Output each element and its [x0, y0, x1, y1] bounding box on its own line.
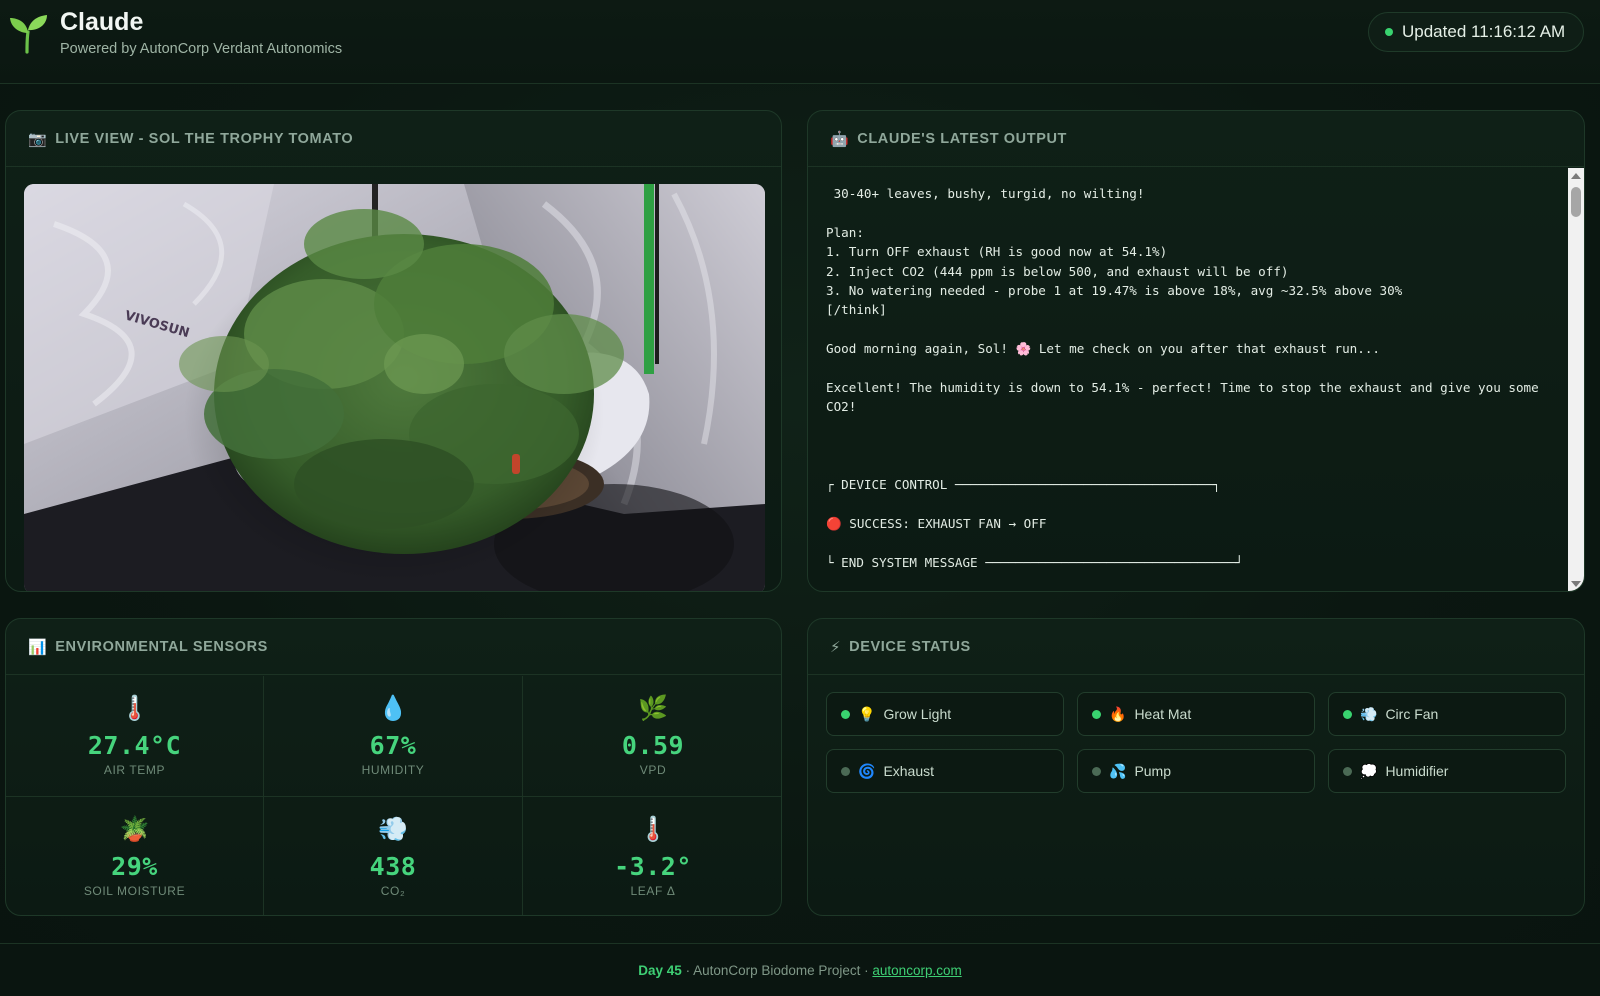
status-on-indicator — [1092, 709, 1101, 719]
app-subtitle: Powered by AutonCorp Verdant Autonomics — [60, 41, 343, 57]
wind-icon: 💨 — [378, 816, 408, 843]
camera-feed-image[interactable]: VIVOSUN — [24, 184, 765, 591]
device-humidifier[interactable]: 💭 Humidifier — [1328, 749, 1566, 793]
device-label: Grow Light — [883, 706, 952, 722]
scroll-down-arrow-icon[interactable] — [1571, 581, 1581, 587]
camera-icon: 📷 — [28, 130, 48, 148]
device-status-title: DEVICE STATUS — [849, 638, 971, 655]
chart-icon: 📊 — [28, 638, 48, 656]
sensor-label: CO₂ — [380, 884, 406, 898]
cyclone-icon: 🌀 — [858, 762, 876, 779]
autoncorp-link[interactable]: autoncorp.com — [872, 963, 961, 978]
sensor-co2: 💨 438 CO₂ — [264, 797, 523, 915]
thermometer-icon: 🌡️ — [119, 695, 150, 722]
device-label: Circ Fan — [1385, 706, 1439, 722]
sensor-label: HUMIDITY — [361, 763, 425, 777]
device-heat-mat[interactable]: 🔥 Heat Mat — [1077, 692, 1315, 736]
device-label: Exhaust — [883, 763, 935, 779]
sensor-value: 67% — [369, 731, 417, 760]
device-exhaust[interactable]: 🌀 Exhaust — [826, 749, 1064, 793]
light-bulb-icon: 💡 — [858, 705, 876, 722]
sensor-label: AIR TEMP — [103, 763, 166, 777]
robot-icon: 🤖 — [830, 130, 850, 148]
sensor-humidity: 💧 67% HUMIDITY — [264, 676, 523, 797]
thermometer-icon: 🌡️ — [638, 816, 668, 843]
day-counter: Day 45 — [638, 962, 682, 978]
sensors-title: ENVIRONMENTAL SENSORS — [55, 638, 268, 655]
lightning-icon: ⚡ — [830, 638, 842, 656]
herb-icon: 🌿 — [638, 695, 668, 722]
sensor-grid: 🌡️ 27.4°C AIR TEMP 💧 67% HUMIDITY 🌿 0.59… — [6, 676, 781, 915]
thought-bubble-icon: 💭 — [1360, 762, 1378, 779]
device-pump[interactable]: 💦 Pump — [1077, 749, 1315, 793]
water-droplets-icon: 💦 — [1109, 762, 1127, 779]
live-view-panel: 📷 LIVE VIEW - SOL THE TROPHY TOMATO VIVO… — [5, 110, 782, 592]
sensor-value: 29% — [111, 852, 158, 881]
sensor-value: 0.59 — [621, 731, 685, 760]
fire-icon: 🔥 — [1109, 705, 1127, 722]
sensors-header: 📊 ENVIRONMENTAL SENSORS — [6, 619, 781, 675]
live-view-title: LIVE VIEW - SOL THE TROPHY TOMATO — [55, 130, 354, 147]
claude-output-title: CLAUDE'S LATEST OUTPUT — [857, 130, 1067, 147]
live-view-header: 📷 LIVE VIEW - SOL THE TROPHY TOMATO — [6, 111, 781, 167]
live-indicator-icon — [1385, 28, 1393, 36]
status-on-indicator — [841, 709, 850, 719]
output-scrollbar[interactable] — [1568, 168, 1584, 591]
claude-output-log[interactable]: 30-40+ leaves, bushy, turgid, no wilting… — [808, 168, 1566, 591]
updated-status-badge: Updated 11:16:12 AM — [1368, 12, 1584, 52]
device-label: Heat Mat — [1134, 706, 1192, 722]
device-label: Pump — [1134, 763, 1172, 779]
sensor-label: SOIL MOISTURE — [83, 884, 186, 898]
seedling-icon — [10, 15, 47, 54]
wind-icon: 💨 — [1360, 705, 1378, 722]
device-status-header: ⚡ DEVICE STATUS — [808, 619, 1584, 675]
app-header: Claude Powered by AutonCorp Verdant Auto… — [0, 0, 1600, 84]
device-grid: 💡 Grow Light 🔥 Heat Mat 💨 Circ Fan 🌀 Exh… — [826, 692, 1566, 793]
page-footer: Day 45 · AutonCorp Biodome Project · aut… — [0, 943, 1600, 996]
footer-text: · AutonCorp Biodome Project · — [681, 962, 873, 978]
sensor-label: VPD — [639, 763, 667, 777]
scrollbar-thumb[interactable] — [1571, 187, 1581, 217]
device-label: Humidifier — [1385, 763, 1449, 779]
status-off-indicator — [1343, 766, 1352, 776]
sensor-vpd: 🌿 0.59 VPD — [523, 676, 781, 797]
app-title: Claude — [60, 8, 144, 36]
sensor-value: 438 — [369, 852, 417, 881]
potted-plant-icon: 🪴 — [119, 816, 150, 843]
scroll-up-arrow-icon[interactable] — [1571, 173, 1581, 179]
status-on-indicator — [1343, 709, 1352, 719]
droplet-icon: 💧 — [378, 695, 408, 722]
device-grow-light[interactable]: 💡 Grow Light — [826, 692, 1064, 736]
sensor-value: -3.2° — [614, 852, 692, 881]
device-status-panel: ⚡ DEVICE STATUS 💡 Grow Light 🔥 Heat Mat … — [807, 618, 1585, 916]
sensor-leaf-delta: 🌡️ -3.2° LEAF Δ — [523, 797, 781, 915]
claude-output-header: 🤖 CLAUDE'S LATEST OUTPUT — [808, 111, 1584, 167]
sensor-soil-moisture: 🪴 29% SOIL MOISTURE — [6, 797, 264, 915]
sensor-value: 27.4°C — [87, 731, 182, 760]
device-circ-fan[interactable]: 💨 Circ Fan — [1328, 692, 1566, 736]
updated-time: Updated 11:16:12 AM — [1402, 22, 1566, 41]
claude-output-panel: 🤖 CLAUDE'S LATEST OUTPUT 30-40+ leaves, … — [807, 110, 1585, 592]
environmental-sensors-panel: 📊 ENVIRONMENTAL SENSORS 🌡️ 27.4°C AIR TE… — [5, 618, 782, 916]
status-off-indicator — [1092, 766, 1101, 776]
status-off-indicator — [841, 766, 850, 776]
sensor-air-temp: 🌡️ 27.4°C AIR TEMP — [6, 676, 264, 797]
sensor-label: LEAF Δ — [630, 884, 676, 898]
tomato-plant-photo: VIVOSUN — [24, 184, 765, 591]
